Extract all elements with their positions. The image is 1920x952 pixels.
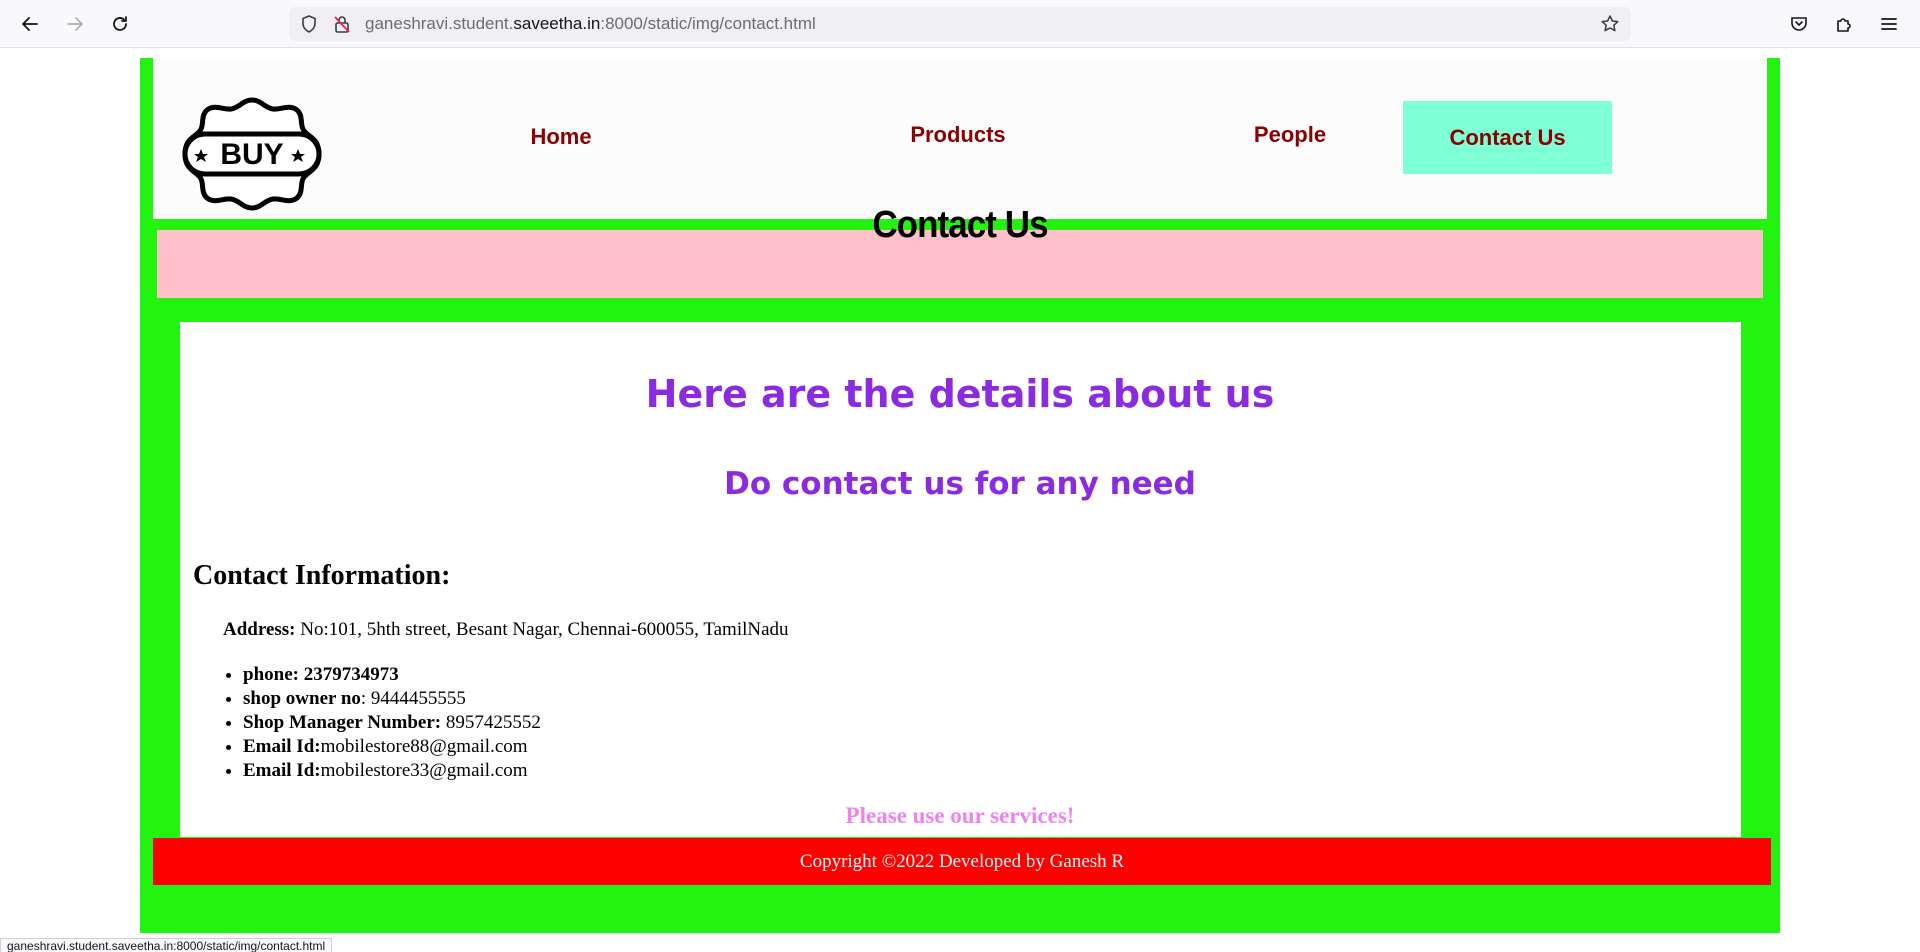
address-line: Address: No:101, 5hth street, Besant Nag…: [223, 619, 789, 641]
browser-toolbar: ganeshravi.student.saveetha.in:8000/stat…: [0, 0, 1920, 48]
url-bar[interactable]: ganeshravi.student.saveetha.in:8000/stat…: [289, 7, 1631, 41]
list-item-phone: phone: 2379734973: [243, 663, 541, 687]
svg-text:BUY: BUY: [220, 138, 283, 171]
reload-icon[interactable]: [104, 8, 136, 40]
contact-subheading: Do contact us for any need: [724, 466, 1196, 502]
extensions-icon[interactable]: [1828, 8, 1860, 40]
back-arrow-icon[interactable]: [14, 8, 46, 40]
forward-arrow-icon[interactable]: [59, 8, 91, 40]
page-title: Contact Us: [872, 204, 1048, 246]
star-icon[interactable]: [1600, 14, 1620, 34]
list-item-email-1: Email Id:mobilestore88@gmail.com: [243, 735, 541, 759]
copyright-text: Copyright ©2022 Developed by Ganesh R: [799, 850, 1125, 872]
site-footer: Copyright ©2022 Developed by Ganesh R: [153, 838, 1771, 885]
site-header: BUY Home Products People Contact Us: [153, 58, 1767, 219]
nav-contact-us[interactable]: Contact Us: [1403, 101, 1612, 174]
list-item-owner: shop owner no: 9444455555: [243, 687, 541, 711]
details-heading: Here are the details about us: [645, 372, 1275, 416]
closing-message: Please use our services!: [845, 803, 1075, 828]
status-bar-url: ganeshravi.student.saveetha.in:8000/stat…: [0, 938, 333, 952]
address-value: No:101, 5hth street, Besant Nagar, Chenn…: [295, 619, 789, 640]
contact-list: phone: 2379734973 shop owner no: 9444455…: [243, 663, 541, 783]
buy-logo[interactable]: BUY: [181, 96, 323, 212]
list-item-manager: Shop Manager Number: 8957425552: [243, 711, 541, 735]
insecure-lock-icon[interactable]: [332, 14, 352, 34]
list-item-email-2: Email Id:mobilestore33@gmail.com: [243, 759, 541, 783]
pocket-icon[interactable]: [1783, 8, 1815, 40]
address-label: Address:: [223, 619, 296, 640]
contact-info-title: Contact Information:: [193, 560, 451, 591]
nav-home[interactable]: Home: [456, 100, 666, 173]
nav-products[interactable]: Products: [853, 98, 1063, 171]
menu-icon[interactable]: [1873, 8, 1905, 40]
shield-icon[interactable]: [299, 14, 319, 34]
url-text[interactable]: ganeshravi.student.saveetha.in:8000/stat…: [365, 7, 816, 41]
nav-people[interactable]: People: [1185, 98, 1395, 171]
